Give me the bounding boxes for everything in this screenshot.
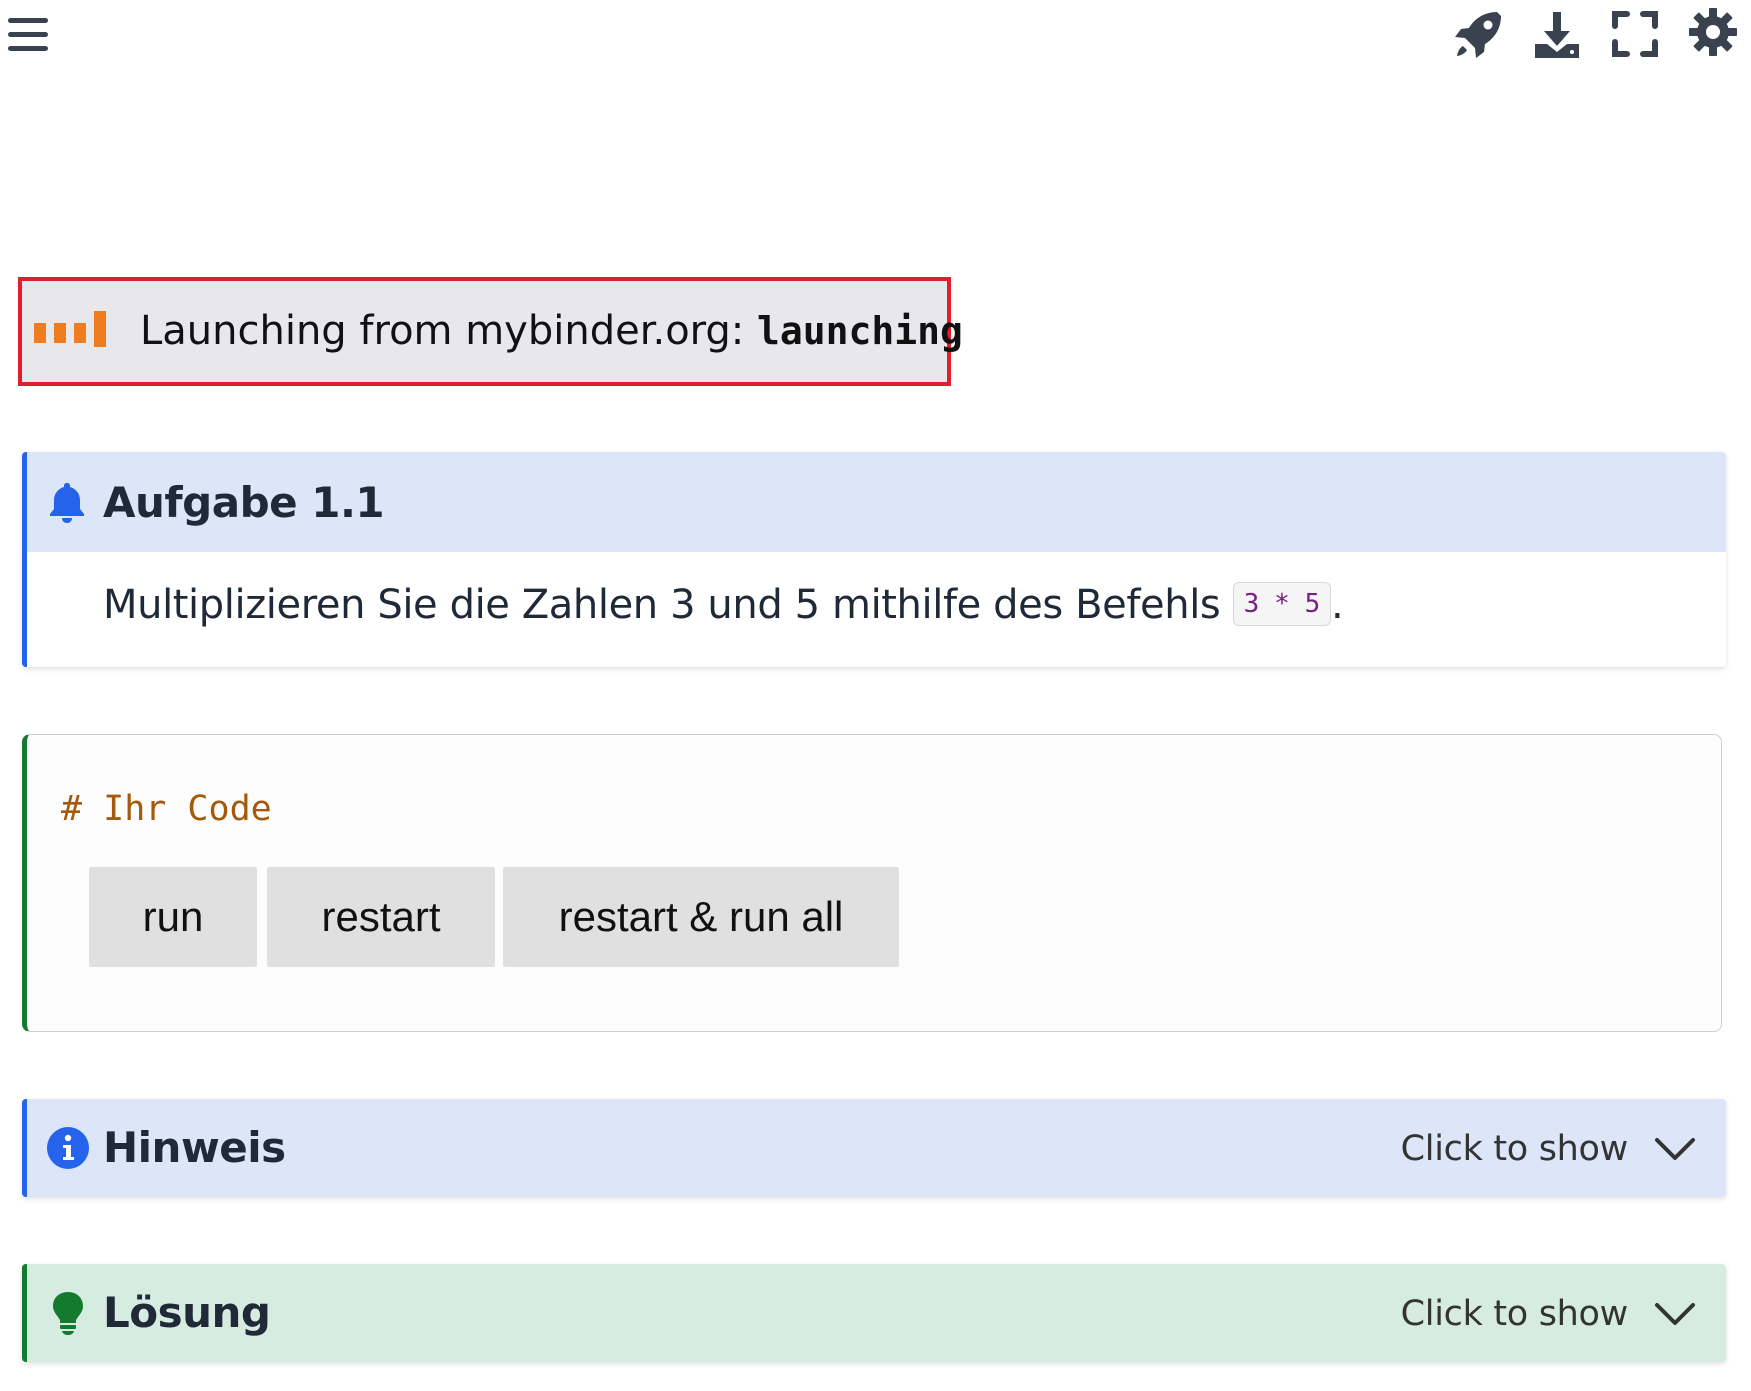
binder-status-banner: Launching from mybinder.org: launching [18, 277, 963, 386]
task-title: Aufgabe 1.1 [103, 478, 385, 527]
gear-icon [1689, 8, 1737, 56]
hint-toggle-label: Click to show [1400, 1129, 1629, 1169]
hint-admonition[interactable]: Hinweis Click to show [22, 1099, 1726, 1197]
rocket-icon [1455, 12, 1501, 58]
hint-title: Hinweis [103, 1123, 286, 1172]
chevron-down-icon [1655, 1303, 1695, 1325]
bell-icon [50, 483, 84, 523]
binder-status-prefix: Launching from mybinder.org: [140, 308, 757, 354]
solution-admonition[interactable]: Lösung Click to show [22, 1264, 1726, 1362]
page: Launching from mybinder.org: launching A… [0, 0, 1751, 1391]
lightbulb-icon [53, 1292, 83, 1335]
restart-run-all-button[interactable]: restart & run all [503, 867, 899, 967]
code-editor[interactable]: # Ihr Code [61, 789, 272, 829]
launch-button[interactable] [1451, 6, 1507, 62]
fullscreen-icon [1612, 11, 1658, 57]
task-header: Aufgabe 1.1 [27, 452, 1726, 552]
settings-button[interactable] [1685, 6, 1741, 62]
topbar-actions [1451, 6, 1751, 66]
solution-toggle-label: Click to show [1400, 1294, 1629, 1334]
task-body-suffix: . [1330, 582, 1344, 628]
code-cell[interactable]: # Ihr Code run restart restart & run all [22, 734, 1722, 1032]
binder-logo-icon [34, 311, 106, 347]
hint-toggle[interactable]: Click to show [1401, 1127, 1696, 1171]
binder-status-text: Launching from mybinder.org: launching [140, 311, 963, 351]
inline-code: 3 * 5 [1232, 582, 1331, 626]
binder-status-state: launching [757, 309, 963, 353]
hamburger-menu-icon [8, 18, 48, 51]
run-button[interactable]: run [89, 867, 257, 967]
solution-toggle[interactable]: Click to show [1401, 1292, 1696, 1336]
task-body: Multiplizieren Sie die Zahlen 3 und 5 mi… [103, 582, 1344, 629]
download-button[interactable] [1529, 6, 1585, 62]
task-body-text: Multiplizieren Sie die Zahlen 3 und 5 mi… [103, 582, 1233, 628]
fullscreen-button[interactable] [1607, 6, 1663, 62]
menu-button[interactable] [6, 14, 50, 58]
restart-button[interactable]: restart [267, 867, 495, 967]
chevron-down-icon [1655, 1138, 1695, 1160]
info-icon [47, 1127, 89, 1169]
solution-title: Lösung [103, 1288, 271, 1337]
task-admonition: Aufgabe 1.1 Multiplizieren Sie die Zahle… [22, 452, 1726, 667]
download-icon [1535, 12, 1579, 58]
